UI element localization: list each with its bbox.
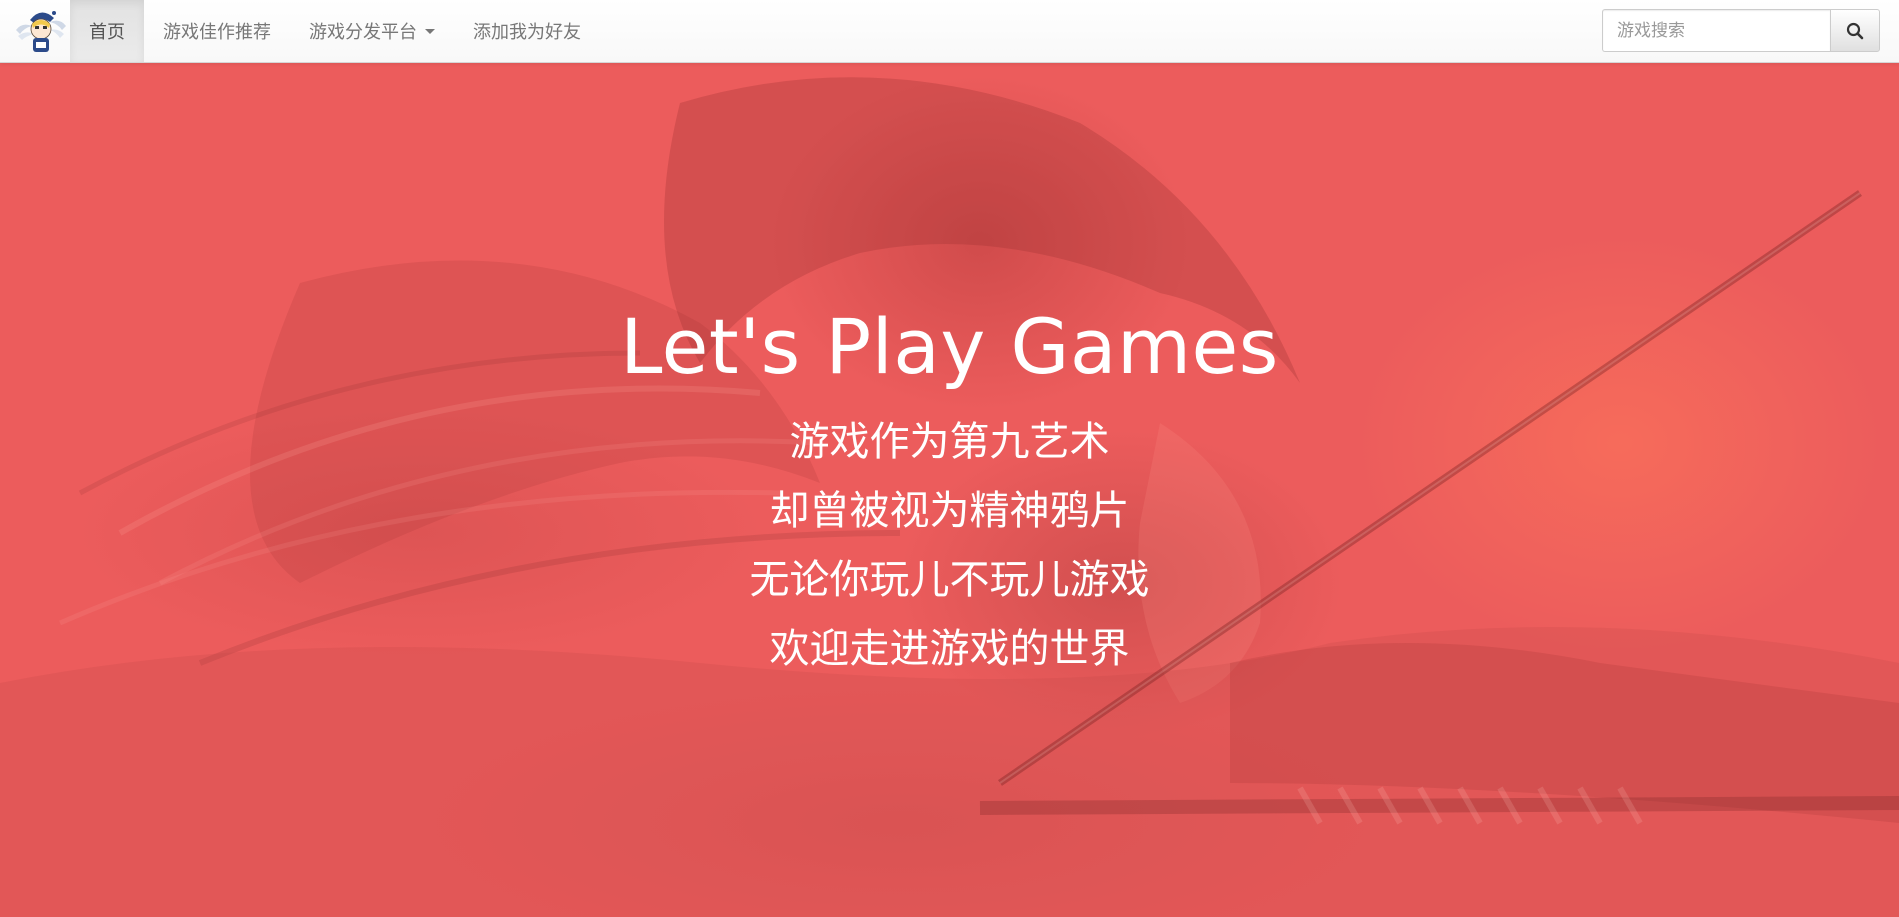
nav-item-label: 首页 — [89, 22, 125, 43]
hero-tagline: 欢迎走进游戏的世界 — [769, 626, 1130, 672]
nav-item-recommended-games[interactable]: 游戏佳作推荐 — [144, 0, 290, 62]
hero-tagline: 游戏作为第九艺术 — [789, 419, 1110, 465]
search-button[interactable] — [1830, 9, 1880, 52]
mascot-logo-icon — [16, 11, 66, 52]
search-form — [1602, 9, 1880, 52]
nav-item-distribution-dropdown[interactable]: 游戏分发平台 — [290, 0, 454, 62]
hero-tagline: 无论你玩儿不玩儿游戏 — [749, 557, 1150, 603]
main-nav: 首页 游戏佳作推荐 游戏分发平台 添加我为好友 — [70, 0, 600, 62]
hero-banner: Let's Play Games 游戏作为第九艺术 却曾被视为精神鸦片 无论你玩… — [0, 63, 1899, 917]
search-icon — [1846, 22, 1864, 39]
nav-item-label: 游戏分发平台 — [309, 22, 417, 43]
nav-item-label: 添加我为好友 — [473, 22, 581, 43]
nav-item-label: 游戏佳作推荐 — [163, 22, 271, 43]
hero-tagline-list: 游戏作为第九艺术 却曾被视为精神鸦片 无论你玩儿不玩儿游戏 欢迎走进游戏的世界 — [0, 408, 1899, 684]
brand-logo[interactable] — [14, 4, 68, 58]
hero-tagline: 却曾被视为精神鸦片 — [769, 488, 1130, 534]
caret-down-icon — [425, 28, 435, 34]
top-navbar: 首页 游戏佳作推荐 游戏分发平台 添加我为好友 — [0, 0, 1899, 63]
nav-item-add-friend[interactable]: 添加我为好友 — [454, 0, 600, 62]
hero-title: Let's Play Games — [620, 302, 1279, 391]
nav-item-home[interactable]: 首页 — [70, 0, 144, 62]
search-input[interactable] — [1602, 9, 1830, 52]
